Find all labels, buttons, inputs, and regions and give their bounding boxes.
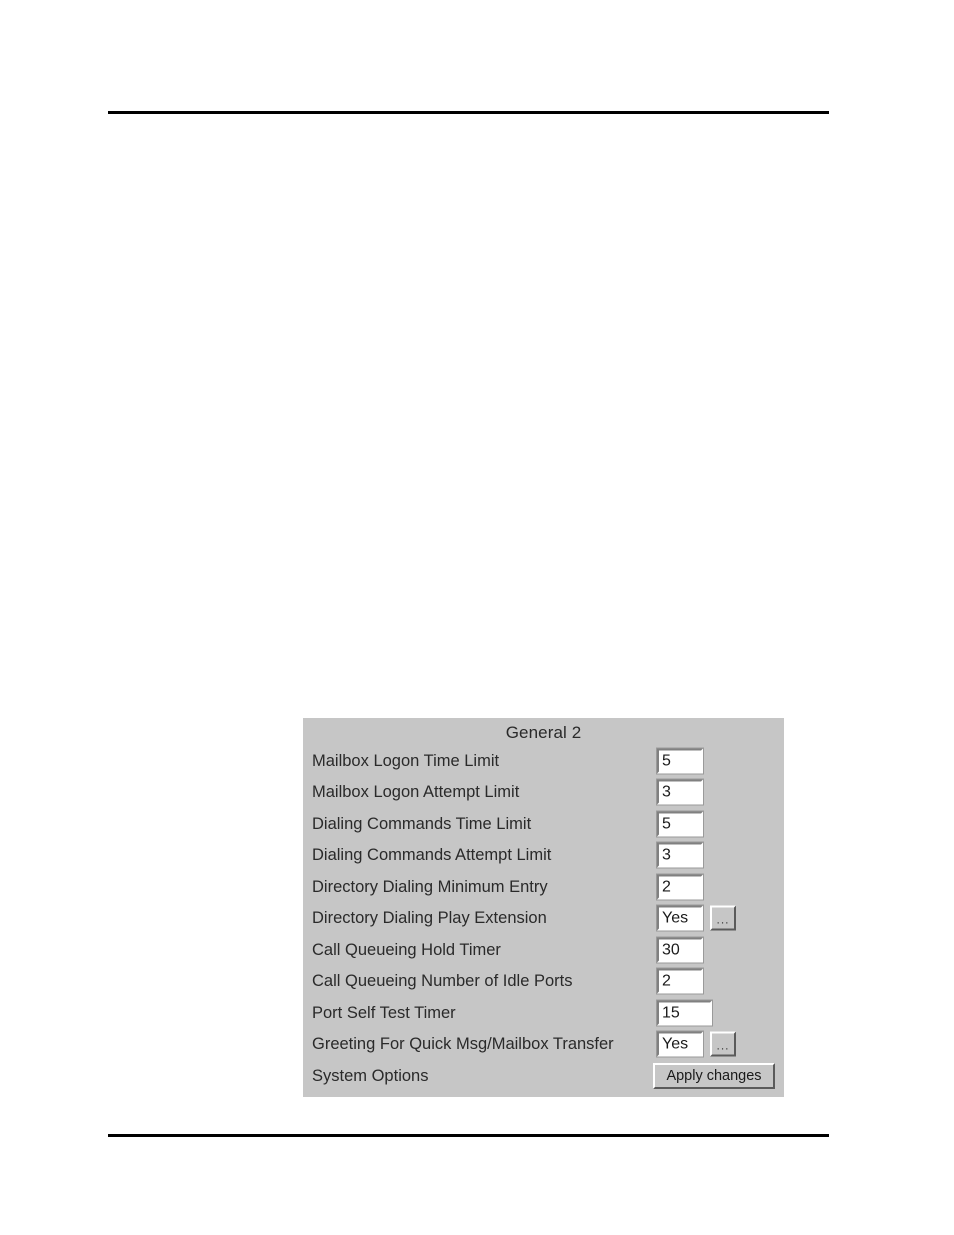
browse-ellipsis-button[interactable]: ... — [710, 1031, 736, 1057]
settings-row: Dialing Commands Attempt Limit 3 — [312, 840, 784, 872]
settings-row: Greeting For Quick Msg/Mailbox Transfer Y… — [312, 1029, 784, 1061]
row-control: 30 — [656, 936, 704, 964]
row-label: Directory Dialing Minimum Entry — [312, 877, 548, 896]
row-label: Mailbox Logon Time Limit — [312, 751, 500, 770]
row-control: 2 — [656, 967, 704, 995]
row-control: 3 — [656, 841, 704, 869]
settings-row: Mailbox Logon Attempt Limit 3 — [312, 777, 784, 809]
row-label: Port Self Test Timer — [312, 1003, 456, 1022]
row-label: Greeting For Quick Msg/Mailbox Transfer — [312, 1035, 614, 1053]
general-2-settings-panel: General 2 Mailbox Logon Time Limit 5 Mailb… — [303, 718, 784, 1097]
row-control: 5 — [656, 747, 704, 775]
row-control: 3 — [656, 778, 704, 806]
ellipsis-icon: ... — [716, 1038, 730, 1053]
row-label: Directory Dialing Play Extension — [312, 909, 547, 927]
value-input[interactable]: 5 — [656, 810, 704, 838]
settings-row: Call Queueing Hold Timer 30 — [312, 934, 784, 966]
settings-row: Call Queueing Number of Idle Ports 2 — [312, 966, 784, 998]
value-input[interactable]: Yes — [656, 904, 704, 932]
row-label: Call Queueing Hold Timer — [312, 940, 501, 959]
settings-row: Directory Dialing Minimum Entry 2 — [312, 871, 784, 903]
value-input[interactable]: 30 — [656, 936, 704, 964]
header-rule — [108, 111, 829, 114]
row-label: System Options — [312, 1066, 429, 1085]
row-label: Call Queueing Number of Idle Ports — [312, 972, 573, 990]
value-input[interactable]: 5 — [656, 747, 704, 775]
settings-row: Mailbox Logon Time Limit 5 — [312, 745, 784, 777]
row-label: Dialing Commands Attempt Limit — [312, 846, 552, 864]
value-input[interactable]: 3 — [656, 778, 704, 806]
ellipsis-icon: ... — [716, 912, 730, 927]
apply-changes-button[interactable]: Apply changes — [653, 1062, 775, 1089]
footer-rule — [108, 1134, 829, 1137]
settings-row: System Options Apply changes — [312, 1060, 784, 1092]
row-label: Mailbox Logon Attempt Limit — [312, 783, 520, 801]
settings-row-list: Mailbox Logon Time Limit 5 Mailbox Logon A… — [303, 745, 784, 1092]
row-control: Yes... — [656, 904, 736, 932]
value-input[interactable]: 15 — [656, 999, 713, 1027]
value-input[interactable]: 2 — [656, 873, 704, 901]
panel-title: General 2 — [505, 723, 582, 742]
browse-ellipsis-button[interactable]: ... — [710, 905, 736, 931]
row-control: Yes... — [656, 1030, 736, 1058]
value-input[interactable]: 2 — [656, 967, 704, 995]
row-control: 15 — [656, 999, 713, 1027]
row-control: 5 — [656, 810, 704, 838]
settings-row: Dialing Commands Time Limit 5 — [312, 808, 784, 840]
row-label: Dialing Commands Time Limit — [312, 814, 532, 833]
value-input[interactable]: 3 — [656, 841, 704, 869]
row-control: Apply changes — [653, 1062, 775, 1089]
settings-row: Port Self Test Timer 15 — [312, 997, 784, 1029]
settings-row: Directory Dialing Play Extension Yes... — [312, 903, 784, 935]
value-input[interactable]: Yes — [656, 1030, 704, 1058]
row-control: 2 — [656, 873, 704, 901]
